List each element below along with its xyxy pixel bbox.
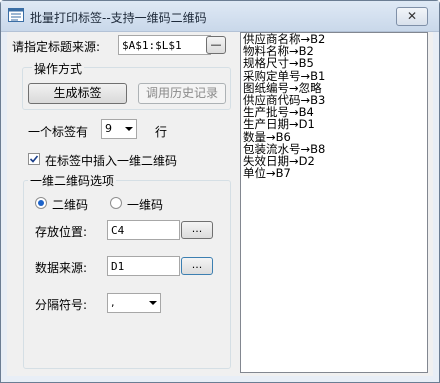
- source-label: 请指定标题来源:: [12, 40, 101, 54]
- insert-code-label: 在标签中插入一维二维码: [45, 154, 178, 168]
- list-item[interactable]: 数量→B6: [241, 130, 427, 142]
- separator-label: 分隔符号:: [35, 298, 88, 312]
- operation-group-title: 操作方式: [32, 60, 85, 77]
- location-browse-button[interactable]: ...: [181, 221, 213, 239]
- datasource-browse-button[interactable]: ...: [181, 257, 213, 275]
- close-button[interactable]: ✕: [396, 7, 428, 26]
- radio-1d-code[interactable]: [110, 197, 122, 209]
- load-history-button[interactable]: 调用历史记录: [138, 83, 226, 104]
- radio-2d-code-label: 二维码: [52, 198, 89, 212]
- chevron-down-icon: [125, 127, 133, 131]
- source-field[interactable]: $A$1:$L$1: [118, 35, 211, 55]
- separator-select[interactable]: ,: [107, 293, 161, 313]
- chevron-down-icon: [149, 301, 157, 305]
- datasource-field[interactable]: D1: [107, 256, 180, 276]
- code-options-group-title: 一维二维码选项: [28, 172, 117, 189]
- separator-value: ,: [111, 296, 115, 309]
- radio-1d-code-label: 一维码: [127, 198, 164, 212]
- location-label: 存放位置:: [35, 225, 88, 239]
- datasource-label: 数据来源:: [35, 261, 88, 275]
- rows-per-label-select[interactable]: 9: [101, 119, 137, 139]
- radio-selected-dot-icon: [38, 200, 44, 206]
- close-icon: ✕: [406, 9, 418, 23]
- list-item[interactable]: 规格尺寸→B5: [241, 57, 427, 69]
- rows-per-label-value: 9: [105, 122, 112, 135]
- range-collapse-button[interactable]: —: [206, 36, 226, 54]
- app-icon: [8, 8, 24, 22]
- dialog-window: 批量打印标签--支持一维码二维码 ✕ 请指定标题来源: $A$1:$L$1 — …: [0, 0, 440, 383]
- list-item[interactable]: 采购定单号→B1: [241, 69, 427, 81]
- checkmark-icon: [29, 155, 39, 163]
- list-item[interactable]: 单位→B7: [241, 167, 427, 179]
- location-field[interactable]: C4: [107, 220, 180, 240]
- insert-code-checkbox[interactable]: [28, 153, 40, 165]
- rows-per-label-prefix: 一个标签有: [28, 125, 89, 139]
- generate-labels-button[interactable]: 生成标签: [28, 83, 127, 104]
- list-item[interactable]: 生产日期→D1: [241, 118, 427, 130]
- title-bar[interactable]: 批量打印标签--支持一维码二维码 ✕: [1, 1, 439, 32]
- collapse-icon: —: [210, 38, 222, 51]
- dialog-body: 请指定标题来源: $A$1:$L$1 — 操作方式 生成标签 调用历史记录 一个…: [7, 32, 433, 376]
- rows-per-label-suffix: 行: [155, 125, 168, 139]
- field-mapping-list[interactable]: 供应商名称→B2 物料名称→B2 规格尺寸→B5 采购定单号→B1 图纸编号→忽略 供应商…: [240, 32, 428, 373]
- radio-2d-code[interactable]: [35, 197, 47, 209]
- window-title: 批量打印标签--支持一维码二维码: [30, 11, 207, 25]
